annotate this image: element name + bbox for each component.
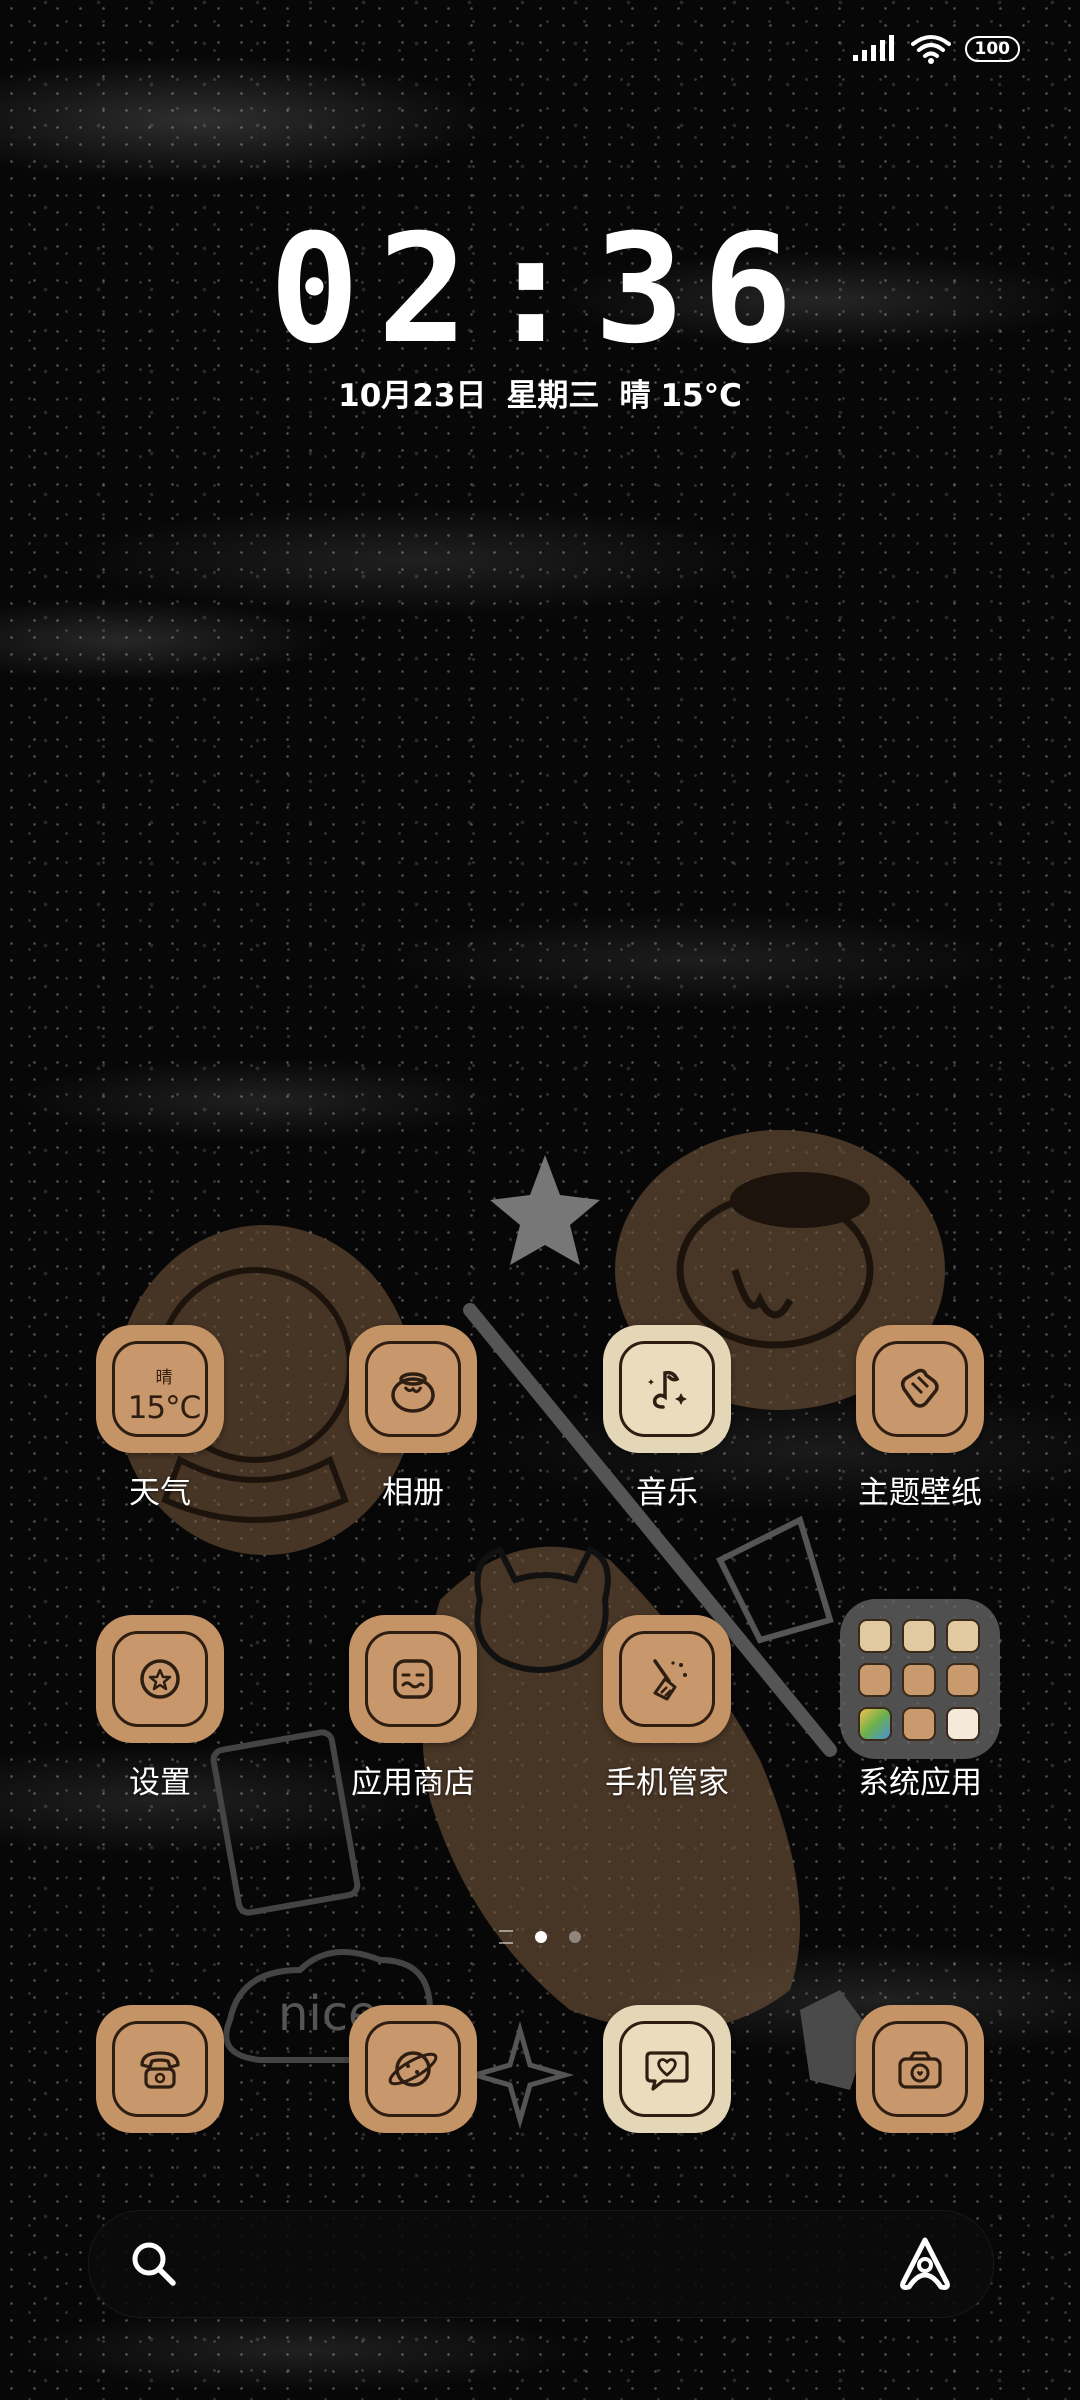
- music-note-glyph: [648, 1370, 687, 1409]
- folder-mini-icon: [858, 1663, 892, 1697]
- weekday-text: 星期三: [506, 378, 600, 414]
- dock-phone[interactable]: [60, 2005, 260, 2133]
- weather-icon[interactable]: 晴 15°C: [96, 1325, 224, 1453]
- smile-box-icon[interactable]: [349, 1615, 477, 1743]
- battery-icon: 100: [964, 36, 1020, 62]
- assistant-icon[interactable]: [895, 2235, 955, 2293]
- browser-planet-glyph: [388, 2051, 438, 2087]
- date-text: 10月23日: [338, 378, 487, 414]
- dock-browser[interactable]: [313, 2005, 513, 2133]
- messages-heart-icon[interactable]: [603, 2005, 731, 2133]
- music-note-icon[interactable]: [603, 1325, 731, 1453]
- app-settings[interactable]: 设置: [60, 1615, 260, 1803]
- app-label: 系统应用: [858, 1765, 982, 1801]
- weather-widget-temp: 15°C: [127, 1389, 202, 1426]
- app-folder-system[interactable]: 系统应用: [820, 1599, 1020, 1803]
- messages-heart-glyph: [645, 2051, 689, 2091]
- date-weather-line[interactable]: 10月23日 星期三晴 15°C: [0, 370, 1080, 415]
- browser-planet-icon[interactable]: [349, 2005, 477, 2133]
- app-label: 设置: [129, 1765, 191, 1801]
- status-bar: 100: [851, 34, 1020, 64]
- search-icon[interactable]: [129, 2239, 179, 2289]
- clock-time[interactable]: 02:36: [0, 205, 1080, 375]
- app-label: 应用商店: [351, 1765, 475, 1801]
- page-indicator[interactable]: [0, 1930, 1080, 1944]
- phone-glyph: [140, 2051, 180, 2089]
- weather-widget-face: 晴 15°C: [112, 1341, 208, 1437]
- camera-icon[interactable]: [856, 2005, 984, 2133]
- pager-dot[interactable]: [569, 1931, 581, 1943]
- dock-camera[interactable]: [820, 2005, 1020, 2133]
- app-security[interactable]: 手机管家: [567, 1615, 767, 1803]
- wifi-icon: [910, 35, 951, 64]
- app-label: 相册: [382, 1475, 444, 1511]
- folder-mini-icon: [946, 1619, 980, 1653]
- app-gallery[interactable]: 相册: [313, 1325, 513, 1513]
- weather-widget-condition: 晴: [155, 1367, 173, 1388]
- folder-mini-icon: [902, 1663, 936, 1697]
- temperature-text: 15°C: [660, 378, 742, 414]
- folder-mini-icon: [902, 1619, 936, 1653]
- folder-mini-icon: [858, 1707, 892, 1741]
- app-label: 主题壁纸: [858, 1475, 982, 1511]
- broom-icon[interactable]: [603, 1615, 731, 1743]
- folder-mini-icon: [946, 1663, 980, 1697]
- honey-pot-icon[interactable]: [349, 1325, 477, 1453]
- pager-menu-icon[interactable]: [499, 1930, 513, 1944]
- folder-icon[interactable]: [840, 1599, 1000, 1759]
- app-label: 音乐: [636, 1475, 698, 1511]
- app-themes[interactable]: 主题壁纸: [820, 1325, 1020, 1513]
- honey-pot-glyph: [391, 1372, 435, 1413]
- folder-mini-icon: [946, 1707, 980, 1741]
- battery-level: 100: [974, 39, 1011, 59]
- star-gear-glyph: [140, 1659, 180, 1699]
- signal-icon: [852, 35, 894, 61]
- app-weather[interactable]: 晴 15°C 天气: [60, 1325, 260, 1513]
- pager-dot-active[interactable]: [535, 1931, 547, 1943]
- paw-hand-glyph: [900, 1368, 939, 1408]
- folder-mini-icon: [902, 1707, 936, 1741]
- app-label: 手机管家: [605, 1765, 729, 1801]
- folder-mini-icon: [858, 1619, 892, 1653]
- phone-icon[interactable]: [96, 2005, 224, 2133]
- camera-glyph: [898, 2051, 942, 2089]
- app-music[interactable]: 音乐: [567, 1325, 767, 1513]
- search-bar[interactable]: [88, 2210, 994, 2318]
- star-gear-icon[interactable]: [96, 1615, 224, 1743]
- dock-messages[interactable]: [567, 2005, 767, 2133]
- broom-glyph: [653, 1659, 687, 1701]
- smile-box-glyph: [393, 1659, 433, 1699]
- paw-hand-icon[interactable]: [856, 1325, 984, 1453]
- app-store[interactable]: 应用商店: [313, 1615, 513, 1803]
- app-label: 天气: [129, 1475, 191, 1511]
- weather-text: 晴: [619, 378, 651, 414]
